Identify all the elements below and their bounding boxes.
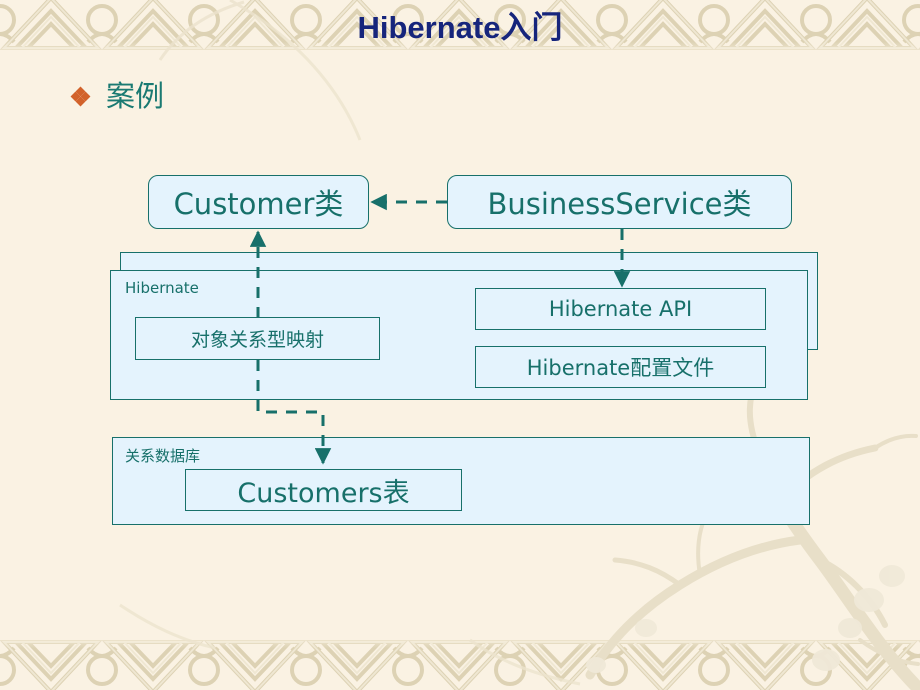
architecture-diagram: Hibernate 关系数据库 Customer类 BusinessServic… <box>0 0 920 690</box>
node-object-relational-mapping: 对象关系型映射 <box>135 317 380 360</box>
hibernate-layer-label: Hibernate <box>125 279 199 297</box>
node-hibernate-config-file: Hibernate配置文件 <box>475 346 766 388</box>
node-customer-class: Customer类 <box>148 175 369 229</box>
slide-canvas: Hibernate入门 案例 Hibernate 关系数据库 Customer类… <box>0 0 920 690</box>
node-hibernate-api: Hibernate API <box>475 288 766 330</box>
relational-database-label: 关系数据库 <box>125 447 201 465</box>
node-business-service-class: BusinessService类 <box>447 175 792 229</box>
node-customers-table: Customers表 <box>185 469 462 511</box>
